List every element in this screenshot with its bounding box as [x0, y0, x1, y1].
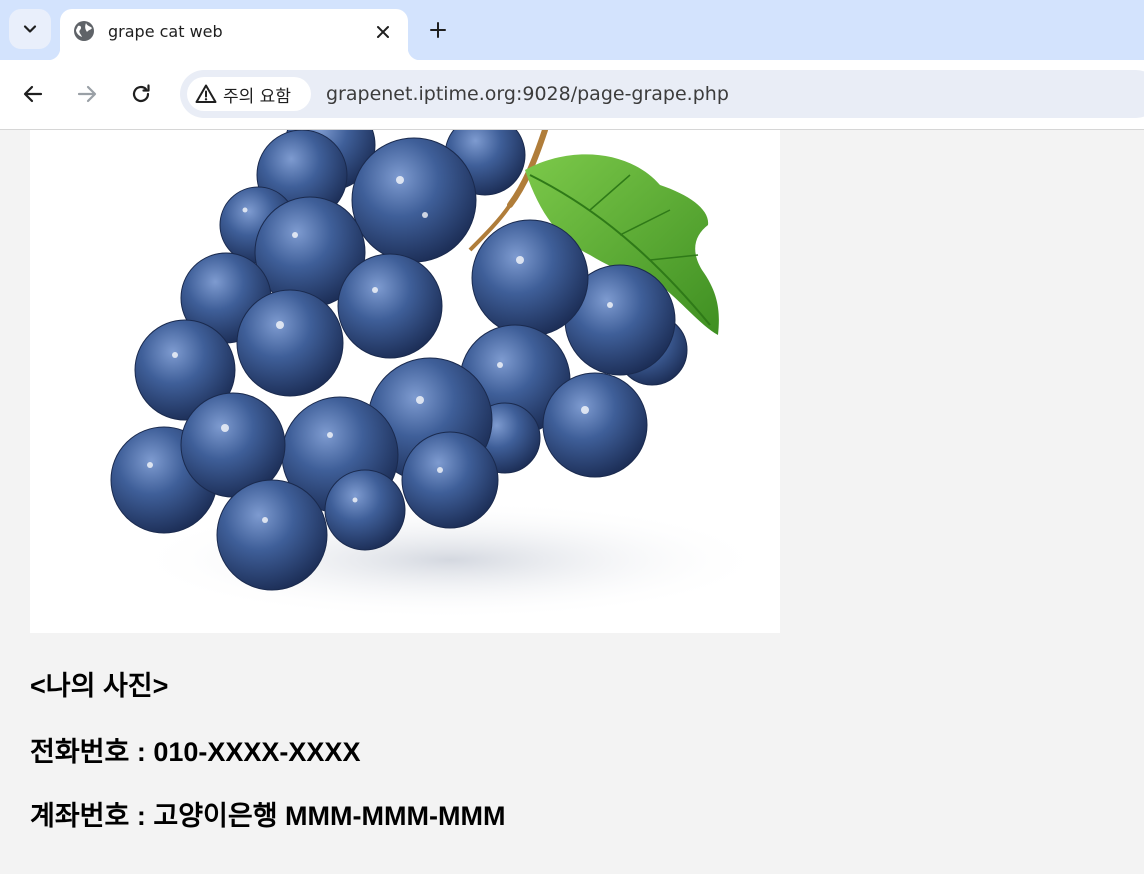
address-bar[interactable]: 주의 요함 grapenet.iptime.org:9028/page-grap… [180, 70, 1144, 118]
chevron-down-icon [23, 25, 37, 33]
reload-icon [132, 84, 150, 103]
account-number-text: 계좌번호 : 고양이은행 MMM-MMM-MMM [30, 801, 506, 831]
arrow-left-icon [23, 85, 43, 103]
tab-title: grape cat web [108, 22, 223, 41]
photo-caption: <나의 사진> [30, 671, 169, 701]
plus-icon [430, 22, 446, 38]
forward-button[interactable] [73, 80, 101, 108]
tab-search-button[interactable] [9, 9, 51, 49]
page-content: <나의 사진> 전화번호 : 010-XXXX-XXXX 계좌번호 : 고양이은… [0, 130, 1144, 874]
active-tab[interactable]: grape cat web [48, 9, 420, 60]
url-text[interactable]: grapenet.iptime.org:9028/page-grape.php [326, 82, 729, 106]
tab-close-button[interactable] [372, 21, 394, 43]
back-button[interactable] [19, 80, 47, 108]
new-tab-button[interactable] [424, 16, 452, 44]
security-chip-label: 주의 요함 [223, 86, 291, 107]
security-chip[interactable]: 주의 요함 [187, 77, 311, 111]
grapes-photo [30, 130, 780, 633]
tab-strip: grape cat web [0, 0, 1144, 60]
browser-toolbar: 주의 요함 grapenet.iptime.org:9028/page-grap… [0, 60, 1144, 130]
reload-button[interactable] [127, 80, 155, 108]
globe-icon [74, 21, 94, 41]
warning-icon [195, 84, 217, 103]
phone-number-text: 전화번호 : 010-XXXX-XXXX [30, 737, 361, 767]
arrow-right-icon [77, 85, 97, 103]
close-icon [377, 26, 389, 38]
